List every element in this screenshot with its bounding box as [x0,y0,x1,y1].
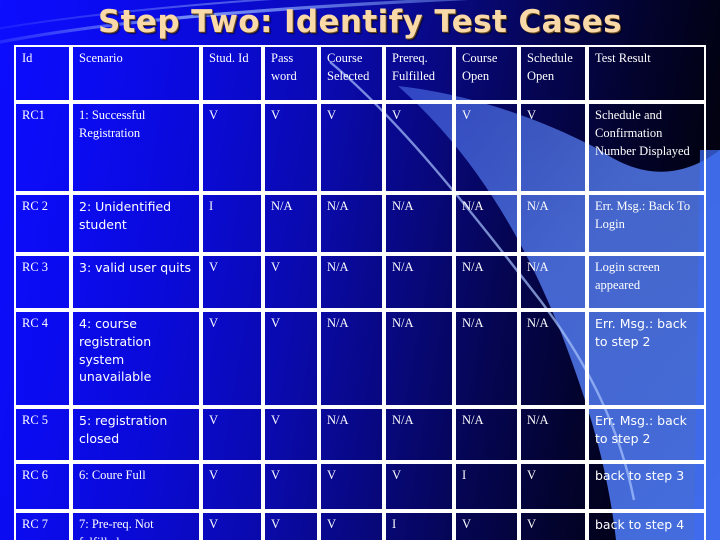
cell-id: RC 7 [14,511,71,540]
cell-test-result: back to step 3 [587,462,706,511]
cell-scenario: 7: Pre-req. Not fulfilled [71,511,201,540]
column-header-scenario: Scenario [71,45,201,102]
cell-course-open: V [454,511,519,540]
table-row: RC 2 2: Unidentified student I N/A N/A N/A N/A… [14,193,706,254]
cell-scenario: 5: registration closed [71,407,201,462]
cell-schedule-open: V [519,511,587,540]
cell-stud-id: V [201,254,263,310]
cell-password: V [263,462,319,511]
cell-test-result: Err. Msg.: back to step 2 [587,310,706,407]
cell-course-open: N/A [454,254,519,310]
cell-schedule-open: N/A [519,193,587,254]
cell-schedule-open: N/A [519,407,587,462]
table-row: RC 3 3: valid user quits V V N/A N/A N/A N/A Log… [14,254,706,310]
page-title: Step Two: Identify Test Cases [97,4,623,40]
cell-id: RC 6 [14,462,71,511]
cell-test-result: Err. Msg.: back to step 2 [587,407,706,462]
cell-scenario: 3: valid user quits [71,254,201,310]
cell-stud-id: V [201,407,263,462]
cell-password: V [263,310,319,407]
test-case-table: Id Scenario Stud. Id Pass word Course Se… [14,45,706,540]
column-header-id: Id [14,45,71,102]
cell-stud-id: V [201,511,263,540]
cell-course-open: V [454,102,519,193]
table-body: RC1 1: Successful Registration V V V V V V Sched… [14,102,706,540]
cell-stud-id: V [201,462,263,511]
cell-prereq-fulfilled: N/A [384,254,454,310]
column-header-schedule-open: Schedule Open [519,45,587,102]
cell-course-open: N/A [454,310,519,407]
cell-test-result: back to step 4 [587,511,706,540]
column-header-course-open: Course Open [454,45,519,102]
cell-test-result: Schedule and Confirmation Number Display… [587,102,706,193]
cell-course-selected: V [319,102,384,193]
slide-canvas: Step Two: Identify Test Cases Id Scenari… [0,0,720,540]
cell-schedule-open: V [519,462,587,511]
table-row: RC1 1: Successful Registration V V V V V V Sched… [14,102,706,193]
cell-course-selected: V [319,462,384,511]
cell-password: V [263,511,319,540]
cell-prereq-fulfilled: V [384,102,454,193]
column-header-password: Pass word [263,45,319,102]
table-row: RC 5 5: registration closed V V N/A N/A N/A N/A… [14,407,706,462]
cell-course-selected: N/A [319,407,384,462]
cell-course-selected: V [319,511,384,540]
column-header-test-result: Test Result [587,45,706,102]
cell-prereq-fulfilled: V [384,462,454,511]
cell-id: RC 5 [14,407,71,462]
cell-prereq-fulfilled: N/A [384,193,454,254]
table-row: RC 77: Pre-req. Not fulfilledVVVIVVback … [14,511,706,540]
cell-course-open: I [454,462,519,511]
cell-stud-id: V [201,310,263,407]
cell-stud-id: V [201,102,263,193]
column-header-course-selected: Course Selected [319,45,384,102]
cell-course-selected: N/A [319,193,384,254]
table-row: RC 6 6: Coure Full V V V V I Vback to step 3 [14,462,706,511]
test-case-table-wrapper: Id Scenario Stud. Id Pass word Course Se… [14,45,706,540]
cell-schedule-open: N/A [519,310,587,407]
cell-prereq-fulfilled: N/A [384,310,454,407]
cell-schedule-open: N/A [519,254,587,310]
cell-test-result: Err. Msg.: Back To Login [587,193,706,254]
cell-course-open: N/A [454,407,519,462]
cell-schedule-open: V [519,102,587,193]
cell-id: RC1 [14,102,71,193]
cell-test-result: Login screen appeared [587,254,706,310]
cell-course-open: N/A [454,193,519,254]
cell-stud-id: I [201,193,263,254]
cell-scenario: 4: course registration system unavailabl… [71,310,201,407]
cell-scenario: 2: Unidentified student [71,193,201,254]
cell-course-selected: N/A [319,254,384,310]
cell-id: RC 4 [14,310,71,407]
cell-password: V [263,407,319,462]
cell-prereq-fulfilled: N/A [384,407,454,462]
cell-password: V [263,254,319,310]
cell-password: V [263,102,319,193]
column-header-prereq-fulfilled: Prereq. Fulfilled [384,45,454,102]
cell-id: RC 3 [14,254,71,310]
cell-course-selected: N/A [319,310,384,407]
cell-password: N/A [263,193,319,254]
cell-scenario: 1: Successful Registration [71,102,201,193]
table-row: RC 4 4: course registration system unavai… [14,310,706,407]
table-header-row: Id Scenario Stud. Id Pass word Course Se… [14,45,706,102]
cell-id: RC 2 [14,193,71,254]
cell-prereq-fulfilled: I [384,511,454,540]
column-header-stud-id: Stud. Id [201,45,263,102]
cell-scenario: 6: Coure Full [71,462,201,511]
